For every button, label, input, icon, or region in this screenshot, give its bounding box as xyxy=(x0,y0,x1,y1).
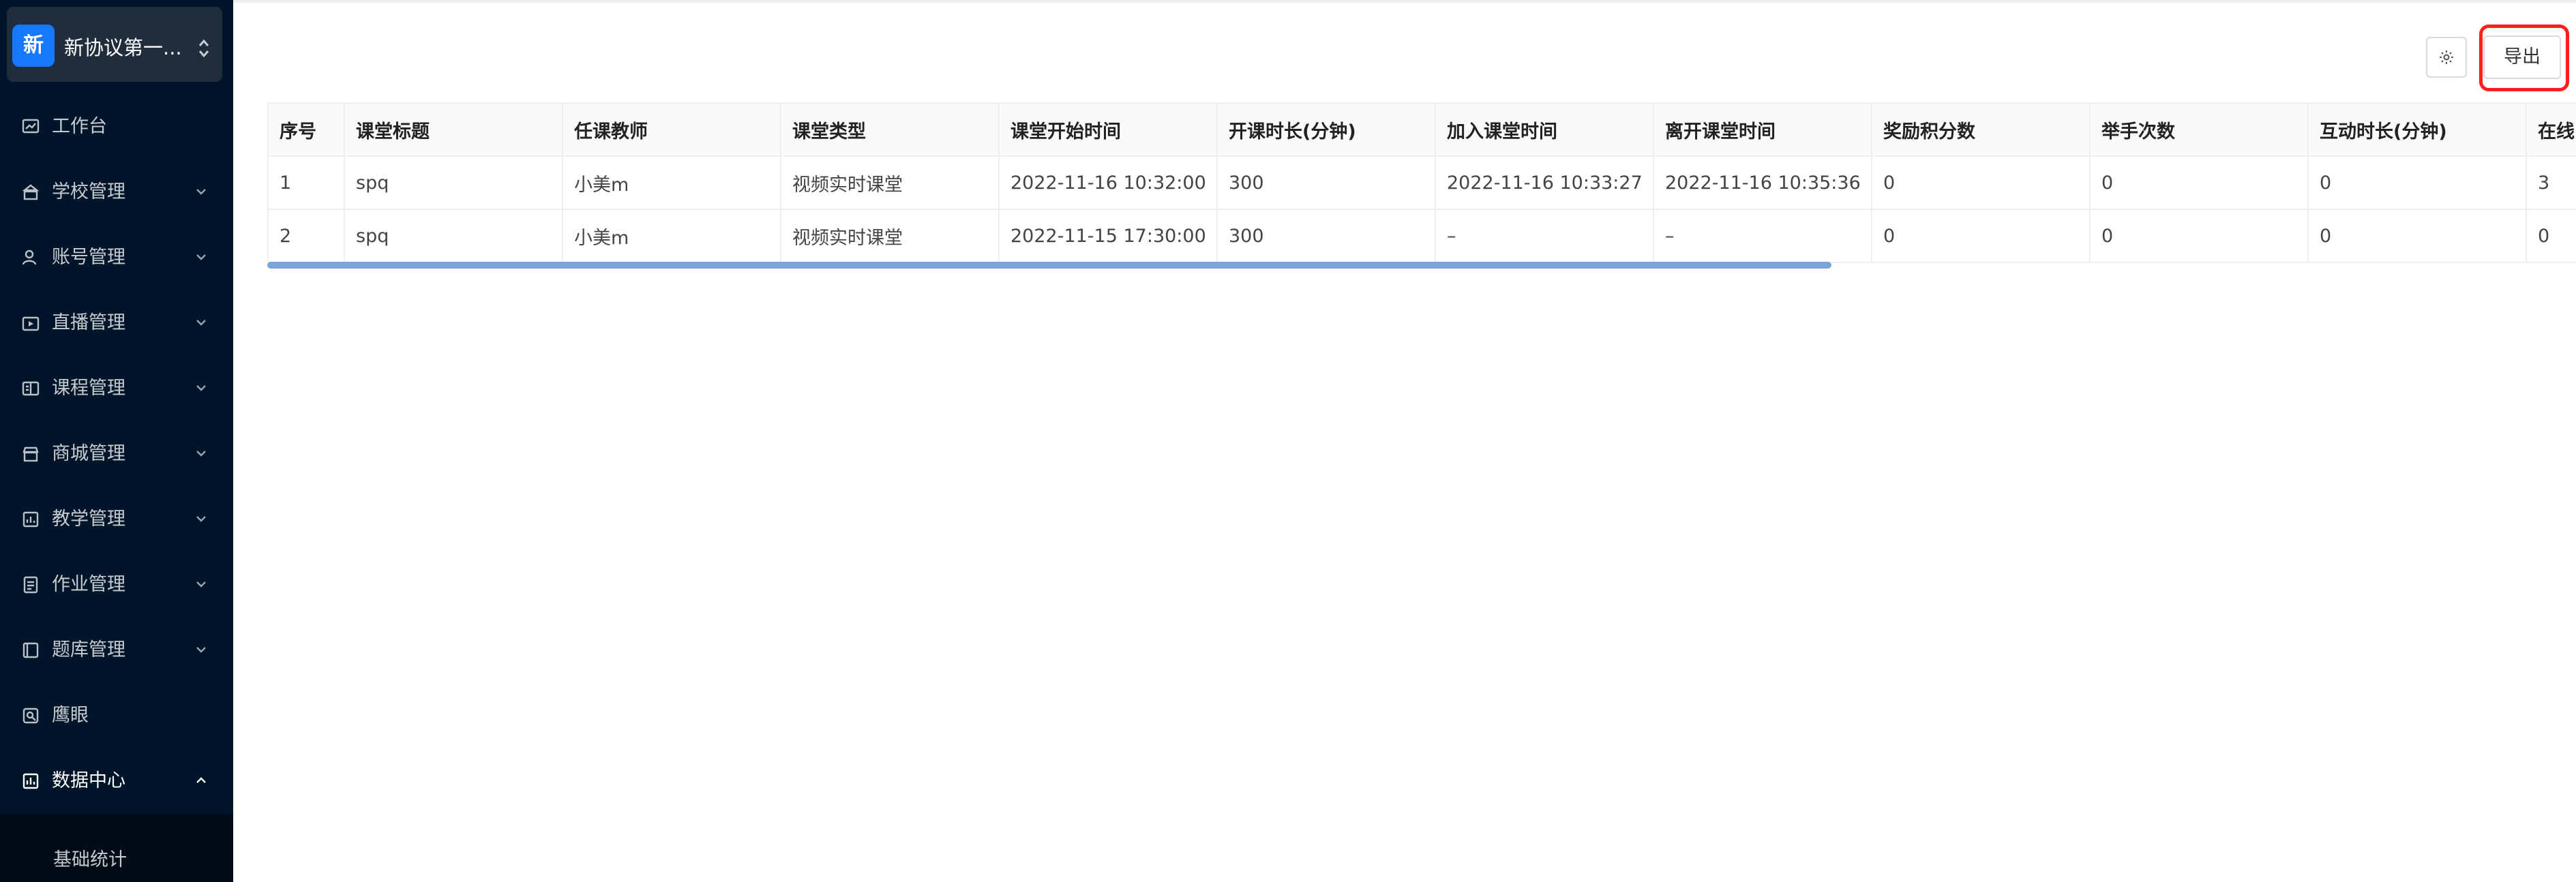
table-cell: 2 xyxy=(267,209,345,263)
sidebar-item-dashboard[interactable]: 工作台 xyxy=(0,94,233,159)
column-settings-button[interactable] xyxy=(2426,37,2467,78)
sidebar-item-data-center[interactable]: 数据中心 xyxy=(0,748,233,814)
homework-icon xyxy=(23,576,38,594)
table-cell: 3 xyxy=(2526,156,2576,210)
column-header: 互动时长(分钟) xyxy=(2308,102,2527,157)
horizontal-scrollbar[interactable] xyxy=(267,262,1831,269)
dashboard-icon xyxy=(22,119,40,134)
chevron-down-icon xyxy=(196,451,206,457)
sidebar-item-label: 课程管理 xyxy=(52,378,125,399)
shop-icon xyxy=(23,446,39,462)
column-header: 加入课堂时间 xyxy=(1435,102,1654,157)
table-cell: 小美m xyxy=(563,156,781,210)
chevron-down-icon xyxy=(196,189,206,195)
sidebar-item-shop[interactable]: 商城管理 xyxy=(0,421,233,487)
column-header: 奖励积分数 xyxy=(1872,102,2091,157)
submenu-item-basic-stats[interactable]: 基础统计 xyxy=(53,847,127,874)
table-row: 1 spq 小美m 视频实时课堂 2022-11-16 10:32:00 300… xyxy=(267,156,2576,210)
table-cell: 小美m xyxy=(563,209,781,263)
sidebar-item-label: 账号管理 xyxy=(52,247,125,268)
table-cell: 0 xyxy=(1872,209,2091,263)
sidebar-item-teaching[interactable]: 教学管理 xyxy=(0,487,233,552)
sidebar-item-school[interactable]: 学校管理 xyxy=(0,159,233,225)
column-header: 课堂标题 xyxy=(344,102,563,157)
table-cell: 2022-11-16 10:33:27 xyxy=(1435,156,1654,210)
table-cell: spq xyxy=(344,209,563,263)
sidebar-item-label: 直播管理 xyxy=(52,312,125,333)
table-cell: 0 xyxy=(2090,209,2309,263)
table-row: 2 spq 小美m 视频实时课堂 2022-11-15 17:30:00 300… xyxy=(267,209,2576,263)
submenu: 基础统计 xyxy=(0,814,233,882)
column-header: 序号 xyxy=(267,102,345,157)
school-icon xyxy=(22,184,40,200)
column-header: 课堂开始时间 xyxy=(999,102,1218,157)
account-icon xyxy=(22,249,37,265)
org-name: 新协议第一... xyxy=(64,36,182,59)
table-cell: 0 xyxy=(2090,156,2309,210)
org-switcher[interactable]: 新 新协议第一... xyxy=(7,7,222,82)
chevron-up-icon xyxy=(196,777,206,783)
sidebar-item-course[interactable]: 课程管理 xyxy=(0,356,233,421)
sidebar-item-label: 鹰眼 xyxy=(52,705,89,726)
sidebar: 新 新协议第一... 工作台 学校管理 账号管理 直播管理 课程管理 商城管理 … xyxy=(0,0,233,882)
highlight-box xyxy=(2479,25,2569,91)
table-cell: 2022-11-16 10:32:00 xyxy=(999,156,1218,210)
chevron-down-icon xyxy=(196,647,206,653)
table-cell: 视频实时课堂 xyxy=(781,209,1000,263)
header-divider xyxy=(233,0,2576,3)
table-cell: 300 xyxy=(1217,156,1436,210)
table-cell: 2022-11-16 10:35:36 xyxy=(1653,156,1872,210)
table-cell: 2022-11-15 17:30:00 xyxy=(999,209,1218,263)
column-header: 举手次数 xyxy=(2090,102,2309,157)
table-cell: 1 xyxy=(267,156,345,210)
chevron-down-icon xyxy=(196,581,206,588)
table-cell: 0 xyxy=(2308,156,2527,210)
table-cell: 0 xyxy=(2308,209,2527,263)
sidebar-item-label: 作业管理 xyxy=(52,574,125,595)
column-header: 离开课堂时间 xyxy=(1653,102,1872,157)
chevron-down-icon xyxy=(196,320,206,326)
question-bank-icon xyxy=(23,642,39,658)
table-cell: 0 xyxy=(2526,209,2576,263)
sidebar-item-label: 商城管理 xyxy=(52,443,125,464)
course-icon xyxy=(22,381,40,396)
chevron-down-icon xyxy=(196,254,206,260)
table-cell: – xyxy=(1653,209,1872,263)
gear-icon xyxy=(2440,50,2453,64)
column-header: 在线 xyxy=(2526,102,2576,157)
table-cell: spq xyxy=(344,156,563,210)
column-header: 课堂类型 xyxy=(781,102,1000,157)
table-cell: 300 xyxy=(1217,209,1436,263)
sidebar-item-label: 教学管理 xyxy=(52,508,125,530)
sidebar-item-homework[interactable]: 作业管理 xyxy=(0,552,233,618)
table-cell: 0 xyxy=(1872,156,2091,210)
data-center-icon xyxy=(23,773,39,789)
chevron-down-icon xyxy=(196,385,206,391)
sidebar-item-question-bank[interactable]: 题库管理 xyxy=(0,618,233,683)
hawkeye-icon xyxy=(23,708,39,724)
chevron-down-icon xyxy=(196,516,206,522)
sidebar-item-label: 学校管理 xyxy=(52,181,125,202)
teaching-icon xyxy=(23,511,39,528)
table-cell: 视频实时课堂 xyxy=(781,156,1000,210)
sidebar-item-label: 题库管理 xyxy=(52,639,125,660)
column-header: 任课教师 xyxy=(563,102,781,157)
sidebar-item-live[interactable]: 直播管理 xyxy=(0,290,233,356)
table-header-row: 序号 课堂标题 任课教师 课堂类型 课堂开始时间 开课时长(分钟) 加入课堂时间… xyxy=(267,102,2576,157)
sidebar-item-hawkeye[interactable]: 鹰眼 xyxy=(0,683,233,748)
data-table: 序号 课堂标题 任课教师 课堂类型 课堂开始时间 开课时长(分钟) 加入课堂时间… xyxy=(267,102,2576,273)
switch-arrows-icon[interactable] xyxy=(198,37,210,60)
table-cell: – xyxy=(1435,209,1654,263)
sidebar-item-label: 工作台 xyxy=(52,116,107,137)
main-content: 导出 序号 课堂标题 任课教师 课堂类型 课堂开始时间 开课时长(分钟) 加入课… xyxy=(233,0,2576,882)
column-header: 开课时长(分钟) xyxy=(1217,102,1436,157)
org-logo: 新 xyxy=(12,25,55,67)
sidebar-item-label: 数据中心 xyxy=(52,770,125,791)
sidebar-item-account[interactable]: 账号管理 xyxy=(0,225,233,290)
live-icon xyxy=(22,316,40,331)
